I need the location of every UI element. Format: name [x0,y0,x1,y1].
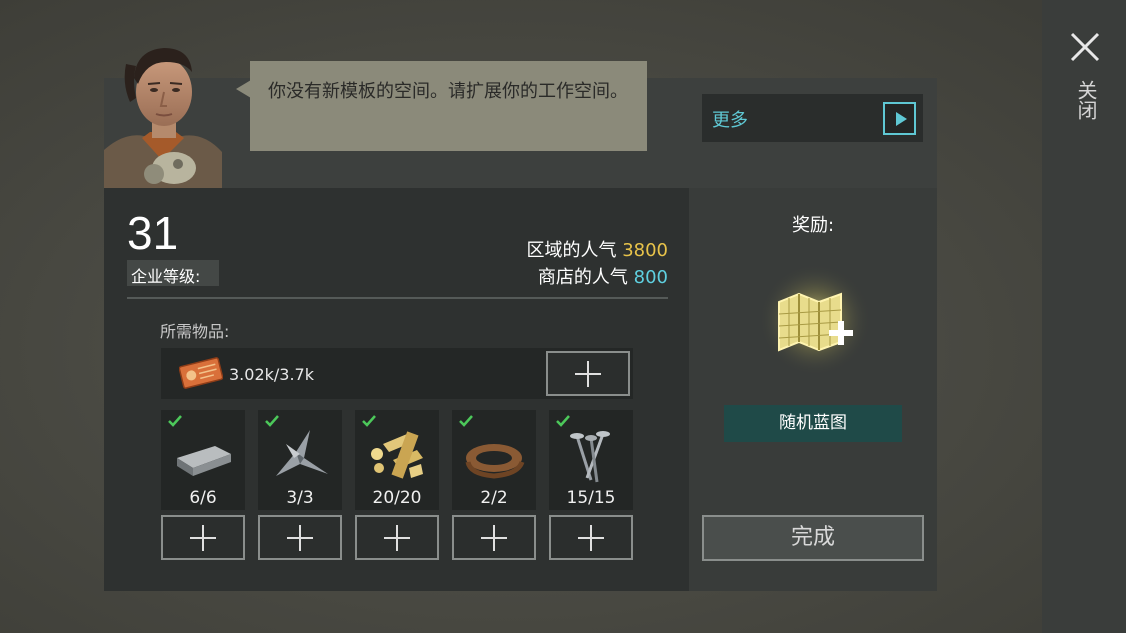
more-button[interactable]: 更多 [702,94,923,142]
metal-scrap-icon [276,430,328,476]
company-level: 31 [127,207,179,259]
item-count: 20/20 [372,488,422,508]
speech-bubble: 你没有新模板的空间。请扩展你的工作空间。 [250,61,647,151]
add-coupon-button[interactable] [546,351,630,396]
item-card-leather: 2/2 [452,410,536,510]
blueprint-map-plus-icon [757,262,873,378]
divider [127,297,668,299]
metal-ingot-icon [177,446,231,476]
coupon-row: 3.02k/3.7k [161,348,633,399]
coupon-icon [178,356,224,390]
character-portrait [104,40,222,188]
complete-button[interactable]: 完成 [702,515,924,561]
more-label: 更多 [712,110,748,131]
item-count: 15/15 [566,488,616,508]
close-label[interactable]: 关闭 [1072,80,1098,120]
add-wood-button[interactable] [355,515,439,560]
region-popularity-value: 3800 [622,240,668,261]
item-card-nails: 15/15 [549,410,633,510]
wood-parts-icon [371,431,423,479]
shop-popularity-value: 800 [633,267,668,288]
coupon-amount: 3.02k/3.7k [229,365,314,384]
speech-tail [236,80,251,98]
add-nails-button[interactable] [549,515,633,560]
reward-title: 奖励: [791,215,835,236]
region-popularity: 区域的人气 3800 [526,236,668,262]
item-count: 6/6 [189,488,217,508]
add-leather-button[interactable] [452,515,536,560]
item-card-scrap: 3/3 [258,410,342,510]
close-icon[interactable] [1068,30,1102,64]
add-scrap-button[interactable] [258,515,342,560]
required-items-label: 所需物品: [160,322,230,341]
region-popularity-label: 区域的人气 [526,240,617,261]
item-card-ingot: 6/6 [161,410,245,510]
leather-strip-icon [465,444,525,479]
add-ingot-button[interactable] [161,515,245,560]
company-level-label: 企业等级: [127,260,219,286]
shop-popularity-label: 商店的人气 [537,267,628,288]
item-card-wood: 20/20 [355,410,439,510]
item-count: 3/3 [286,488,314,508]
play-icon[interactable] [883,102,916,135]
nails-icon [570,431,610,483]
reward-name: 随机蓝图 [724,405,902,442]
shop-popularity: 商店的人气 800 [538,263,668,289]
item-count: 2/2 [480,488,508,508]
